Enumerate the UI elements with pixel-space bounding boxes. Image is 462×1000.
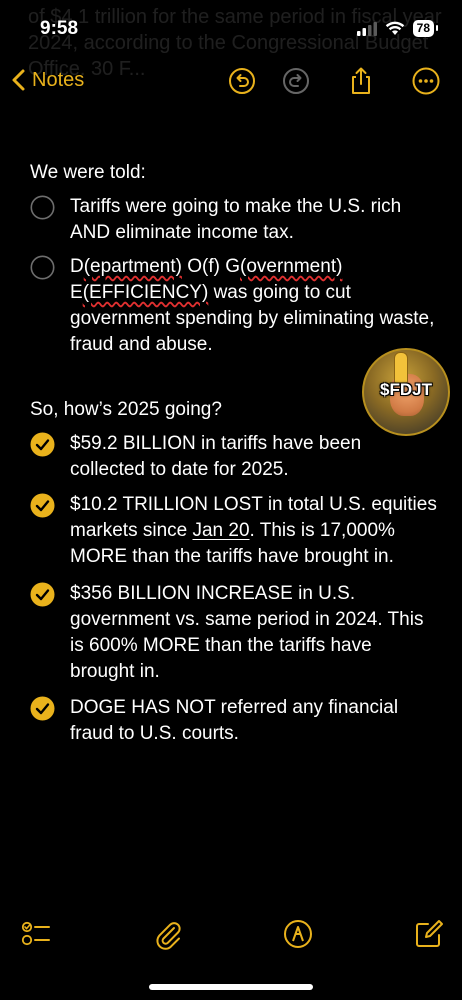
wifi-icon xyxy=(385,21,404,35)
compose-icon[interactable] xyxy=(413,918,445,950)
checklist-item: DOGE HAS NOT referred any financial frau… xyxy=(30,695,440,747)
text-run: O(f) G xyxy=(181,256,240,277)
checked-circle-icon[interactable] xyxy=(30,432,55,457)
checked-circle-icon[interactable] xyxy=(30,696,55,721)
checklist-item-text[interactable]: $10.2 TRILLION LOST in total U.S. equiti… xyxy=(70,492,440,570)
more-icon[interactable] xyxy=(411,66,441,96)
unchecked-circle-icon[interactable] xyxy=(30,195,55,220)
back-button[interactable]: Notes xyxy=(8,66,84,94)
checked-circle-icon[interactable] xyxy=(30,582,55,607)
status-bar: 9:58 78 xyxy=(0,0,462,56)
chevron-left-icon xyxy=(12,69,25,91)
redo-icon[interactable] xyxy=(281,66,311,96)
checklist-item-text[interactable]: $356 BILLION INCREASE in U.S. government… xyxy=(70,581,440,685)
note-body[interactable]: We were told: Tariffs were going to make… xyxy=(30,160,440,747)
paperclip-icon[interactable] xyxy=(152,918,184,950)
text-run: E xyxy=(70,282,83,303)
unchecked-circle-icon[interactable] xyxy=(30,255,55,280)
checked-circle-icon[interactable] xyxy=(30,493,55,518)
checklist-item: $10.2 TRILLION LOST in total U.S. equiti… xyxy=(30,492,440,570)
checklist-item-text[interactable]: D(epartment) O(f) G(overnment) E(EFFICIE… xyxy=(70,254,440,358)
signal-icon xyxy=(356,21,377,36)
checklist-item: $356 BILLION INCREASE in U.S. government… xyxy=(30,581,440,685)
checklist-icon[interactable] xyxy=(20,918,52,950)
undo-icon[interactable] xyxy=(227,66,257,96)
bottom-toolbar xyxy=(0,914,462,954)
sticker-label: $FDJT xyxy=(380,380,432,399)
misspelled-word: (overnment) xyxy=(240,256,343,277)
text-run: D xyxy=(70,256,84,277)
status-icons: 78 xyxy=(356,20,439,37)
section-title-told: We were told: xyxy=(30,162,146,183)
markup-pen-icon[interactable] xyxy=(282,918,314,950)
checklist-item: $59.2 BILLION in tariffs have been colle… xyxy=(30,431,440,483)
home-indicator[interactable] xyxy=(149,984,313,990)
battery-icon: 78 xyxy=(412,20,439,37)
checklist-item-text[interactable]: Tariffs were going to make the U.S. rich… xyxy=(70,194,440,246)
back-label: Notes xyxy=(32,68,85,91)
checklist-item: D(epartment) O(f) G(overnment) E(EFFICIE… xyxy=(30,254,440,358)
status-time: 9:58 xyxy=(40,18,79,39)
date-link[interactable]: Jan 20 xyxy=(192,520,249,541)
checklist-item-text[interactable]: DOGE HAS NOT referred any financial frau… xyxy=(70,695,440,747)
misspelled-word: (EFFICIENCY) xyxy=(82,282,209,303)
checklist-item-text[interactable]: $59.2 BILLION in tariffs have been colle… xyxy=(70,431,440,483)
nav-bar: Notes xyxy=(0,62,462,102)
checklist-item: Tariffs were going to make the U.S. rich… xyxy=(30,194,440,246)
fdjt-sticker-image: $FDJT xyxy=(362,348,450,436)
share-icon[interactable] xyxy=(346,66,376,96)
misspelled-word: (epartment) xyxy=(83,256,182,277)
